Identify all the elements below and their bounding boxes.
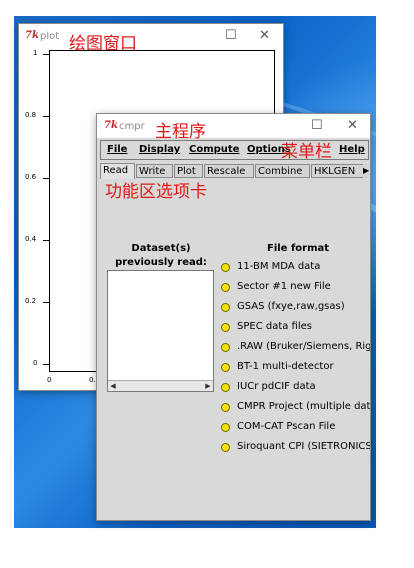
format-option-label: GSAS (fxye,raw,gsas)	[237, 301, 345, 312]
cmpr-window-title: cmpr	[119, 121, 145, 132]
minimize-icon[interactable]: ☐	[311, 118, 323, 133]
tab-scroll-right-icon[interactable]: ▶	[363, 164, 369, 178]
main-program-annotation: 主程序	[155, 122, 206, 142]
tk-logo-icon: 7k	[104, 120, 118, 131]
close-icon[interactable]: ✕	[259, 28, 270, 43]
dataset-horizontal-scrollbar[interactable]: ◀ ▶	[108, 380, 213, 391]
y-tick-mark	[43, 116, 49, 117]
format-option-label: 11-BM MDA data	[237, 261, 321, 272]
format-option-label: COM-CAT Pscan File	[237, 421, 336, 432]
tab-combine[interactable]: Combine	[255, 164, 310, 178]
y-tick-label: 1	[33, 49, 38, 57]
format-option-label: SPEC data files	[237, 321, 312, 332]
dataset-label: Dataset(s)	[131, 243, 191, 254]
menu-help[interactable]: Help	[339, 144, 365, 155]
radio-button[interactable]	[221, 323, 230, 332]
menu-compute[interactable]: Compute	[189, 144, 239, 155]
tab-hklgen[interactable]: HKLGEN	[311, 164, 364, 178]
y-tick-mark	[43, 240, 49, 241]
plot-window-title: plot	[40, 31, 60, 42]
menu-file[interactable]: File	[107, 144, 127, 155]
y-tick-label: 0.8	[25, 111, 37, 119]
cmpr-window[interactable]: 7k cmpr ☐ ✕ 主程序 File Display Compute Opt…	[96, 113, 371, 521]
format-option-label: BT-1 multi-detector	[237, 361, 334, 372]
radio-button[interactable]	[221, 343, 230, 352]
radio-button[interactable]	[221, 363, 230, 372]
scroll-left-icon[interactable]: ◀	[108, 381, 118, 391]
tab-plot[interactable]: Plot	[174, 164, 203, 178]
tk-logo-icon: 7k	[25, 30, 39, 41]
format-option-label: .RAW (Bruker/Siemens, Rigaku)	[237, 341, 370, 352]
tabs-annotation: 功能区选项卡	[105, 182, 207, 202]
y-tick-label: 0.6	[25, 173, 37, 181]
format-option-label: Siroquant CPI (SIETRONICS)	[237, 441, 370, 452]
tab-rescale[interactable]: Rescale	[204, 164, 254, 178]
radio-button[interactable]	[221, 283, 230, 292]
format-option-label: Sector #1 new File	[237, 281, 331, 292]
y-tick-mark	[43, 178, 49, 179]
tab-write[interactable]: Write	[136, 164, 173, 178]
menu-display[interactable]: Display	[139, 144, 180, 155]
radio-button[interactable]	[221, 443, 230, 452]
file-format-label: File format	[267, 243, 330, 254]
x-tick-label: 0	[47, 376, 52, 384]
y-tick-label: 0.4	[25, 235, 37, 243]
dataset-label-sub: previously read:	[115, 257, 207, 268]
y-tick-mark	[43, 364, 49, 365]
cmpr-window-titlebar[interactable]: 7k cmpr ☐ ✕	[97, 114, 370, 138]
radio-button[interactable]	[221, 403, 230, 412]
y-tick-mark	[43, 302, 49, 303]
format-option-label: IUCr pdCIF data	[237, 381, 316, 392]
radio-button[interactable]	[221, 383, 230, 392]
radio-button[interactable]	[221, 423, 230, 432]
close-icon[interactable]: ✕	[347, 118, 358, 133]
radio-button[interactable]	[221, 263, 230, 272]
plot-window-titlebar[interactable]: 7k plot ☐ ✕	[19, 24, 283, 50]
y-tick-mark	[43, 54, 49, 55]
dataset-listbox[interactable]: ◀ ▶	[107, 270, 214, 392]
format-option-label: CMPR Project (multiple data)	[237, 401, 370, 412]
scroll-right-icon[interactable]: ▶	[203, 381, 213, 391]
y-tick-label: 0.2	[25, 297, 37, 305]
minimize-icon[interactable]: ☐	[225, 28, 237, 43]
y-tick-label: 0	[33, 359, 38, 367]
menu-bar-annotation: 菜单栏	[281, 142, 332, 162]
radio-button[interactable]	[221, 303, 230, 312]
